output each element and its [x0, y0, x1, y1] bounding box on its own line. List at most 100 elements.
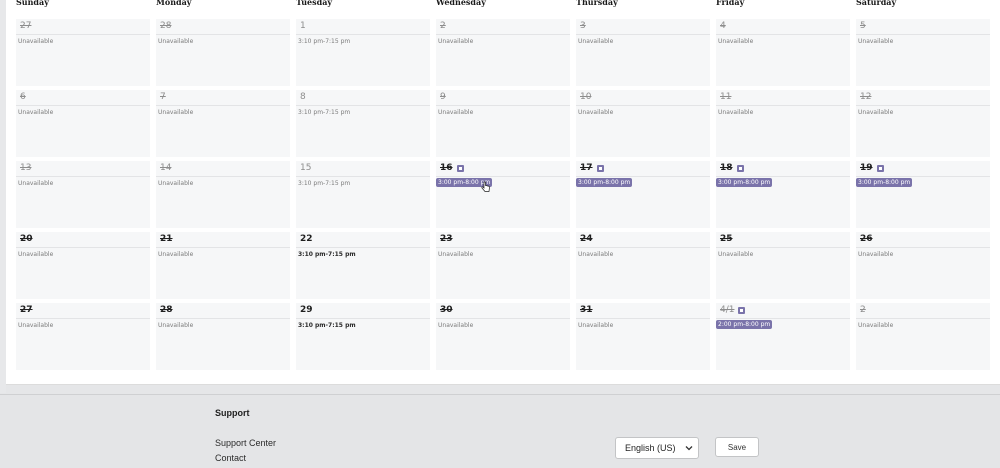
- calendar-day-cell: 25 Unavailable: [716, 232, 850, 299]
- weekday-header-thursday: Thursday: [576, 0, 618, 7]
- availability-status: 3:10 pm-7:15 pm: [298, 38, 351, 45]
- availability-status: Unavailable: [858, 109, 894, 116]
- time-slot-pill[interactable]: 3:00 pm-8:00 pm: [716, 178, 773, 187]
- time-slot-pill[interactable]: 3:00 pm-8:00 pm: [856, 178, 913, 187]
- day-number: 31: [580, 305, 593, 315]
- cell-divider: [576, 176, 710, 177]
- day-number: 5: [860, 21, 866, 31]
- save-button[interactable]: Save: [715, 437, 759, 457]
- availability-status: Unavailable: [578, 322, 614, 329]
- day-number: 16: [440, 163, 464, 173]
- day-number: 2: [440, 21, 446, 31]
- day-number-text: 8: [300, 92, 306, 102]
- day-number-text: 28: [160, 305, 173, 315]
- day-number: 20: [20, 234, 33, 244]
- day-number-text: 6: [20, 92, 26, 102]
- day-number-text: 4: [720, 21, 726, 31]
- calendar-day-cell[interactable]: 4/1 2:00 pm-8:00 pm: [716, 303, 850, 370]
- calendar-day-cell: 30 Unavailable: [436, 303, 570, 370]
- cell-divider: [296, 34, 430, 35]
- calendar-day-cell: 2 Unavailable: [856, 303, 990, 370]
- cell-divider: [856, 34, 990, 35]
- day-number: 14: [160, 163, 171, 173]
- day-number: 6: [20, 92, 26, 102]
- day-number-text: 22: [300, 234, 313, 244]
- calendar-day-cell[interactable]: 17 3:00 pm-8:00 pm: [576, 161, 710, 228]
- cell-divider: [16, 318, 150, 319]
- day-number: 4: [720, 21, 726, 31]
- weekday-header-saturday: Saturday: [856, 0, 897, 7]
- time-slot-pill[interactable]: 2:00 pm-8:00 pm: [716, 320, 773, 329]
- day-number: 27: [20, 305, 33, 315]
- booking-icon[interactable]: [736, 164, 744, 172]
- availability-status: Unavailable: [578, 109, 614, 116]
- day-number: 30: [440, 305, 453, 315]
- day-number-text: 20: [20, 234, 33, 244]
- calendar-day-cell[interactable]: 16 3:00 pm-8:00 pm: [436, 161, 570, 228]
- day-number-text: 9: [440, 92, 446, 102]
- day-number-text: 26: [860, 234, 873, 244]
- footer: Support Support Center Contact English (…: [0, 394, 1000, 468]
- day-number-text: 11: [720, 92, 732, 102]
- cell-divider: [296, 176, 430, 177]
- cell-divider: [156, 34, 290, 35]
- availability-status: 3:10 pm-7:15 pm: [298, 109, 351, 116]
- cell-divider: [16, 247, 150, 248]
- booking-icon[interactable]: [596, 164, 604, 172]
- availability-status: Unavailable: [18, 322, 54, 329]
- cell-divider: [436, 176, 570, 177]
- day-number: 19: [860, 163, 884, 173]
- calendar-day-cell: 6 Unavailable: [16, 90, 150, 157]
- calendar-day-cell: 20 Unavailable: [16, 232, 150, 299]
- support-heading: Support: [215, 408, 250, 418]
- day-number-text: 23: [440, 234, 453, 244]
- contact-link[interactable]: Contact: [215, 453, 246, 463]
- cell-divider: [296, 247, 430, 248]
- day-number: 13: [20, 163, 31, 173]
- calendar-day-cell[interactable]: 18 3:00 pm-8:00 pm: [716, 161, 850, 228]
- calendar-panel: Sunday Monday Tuesday Wednesday Thursday Frid…: [6, 0, 1000, 385]
- day-number-text: 2: [440, 21, 446, 31]
- cell-divider: [436, 34, 570, 35]
- booking-icon[interactable]: [876, 164, 884, 172]
- availability-status: Unavailable: [18, 38, 54, 45]
- cell-divider: [16, 105, 150, 106]
- calendar-day-cell: 28 Unavailable: [156, 303, 290, 370]
- time-slot-pill[interactable]: 3:00 pm-8:00 pm: [576, 178, 633, 187]
- day-number: 17: [580, 163, 604, 173]
- day-number-text: 27: [20, 305, 33, 315]
- calendar-day-cell: 2 Unavailable: [436, 19, 570, 86]
- cell-divider: [436, 105, 570, 106]
- availability-status: Unavailable: [578, 251, 614, 258]
- availability-status: 3:10 pm-7:15 pm: [298, 322, 356, 329]
- calendar-day-cell[interactable]: 19 3:00 pm-8:00 pm: [856, 161, 990, 228]
- cell-divider: [856, 318, 990, 319]
- calendar-day-cell: 27 Unavailable: [16, 303, 150, 370]
- day-number-text: 27: [20, 21, 32, 31]
- booking-icon[interactable]: [738, 306, 746, 314]
- cell-divider: [156, 105, 290, 106]
- support-center-link[interactable]: Support Center: [215, 438, 276, 448]
- availability-status: Unavailable: [858, 38, 894, 45]
- day-number-text: 12: [860, 92, 872, 102]
- day-number: 7: [160, 92, 166, 102]
- cell-divider: [576, 318, 710, 319]
- hand-cursor-icon: [481, 181, 490, 192]
- calendar-day-cell: 28 Unavailable: [156, 19, 290, 86]
- day-number: 12: [860, 92, 871, 102]
- day-number: 25: [720, 234, 733, 244]
- day-number: 4/1: [720, 305, 746, 315]
- availability-status: Unavailable: [718, 38, 754, 45]
- calendar-day-cell: 5 Unavailable: [856, 19, 990, 86]
- language-select[interactable]: English (US): [615, 437, 699, 459]
- calendar-day-cell: 13 Unavailable: [16, 161, 150, 228]
- availability-status: 3:10 pm-7:15 pm: [298, 251, 356, 258]
- cell-divider: [16, 34, 150, 35]
- weekday-header-sunday: Sunday: [16, 0, 49, 7]
- calendar-day-cell: 8 3:10 pm-7:15 pm: [296, 90, 430, 157]
- availability-status: Unavailable: [438, 251, 474, 258]
- day-number: 21: [160, 234, 173, 244]
- booking-icon[interactable]: [456, 164, 464, 172]
- language-select-value: English (US): [625, 443, 676, 453]
- day-number: 15: [300, 163, 311, 173]
